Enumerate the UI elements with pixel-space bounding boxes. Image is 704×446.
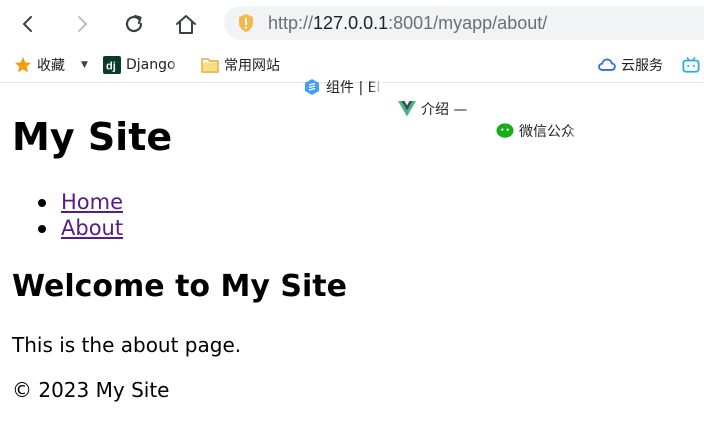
bookmark-label: 常用网站 — [224, 58, 280, 74]
bookmark-django[interactable]: dj Django — [103, 54, 183, 76]
element-icon — [303, 78, 321, 96]
bookmark-element[interactable]: 组件 | El — [303, 76, 383, 98]
bookmark-label: 云服务 — [621, 58, 663, 74]
bookmark-common-sites[interactable]: 常用网站 — [201, 54, 293, 76]
bookmark-vue[interactable]: 介绍 — — [398, 98, 478, 120]
browser-toolbar: http://127.0.0.1:8001/myapp/about/ — [0, 0, 704, 48]
forward-button[interactable] — [68, 10, 96, 38]
star-icon — [14, 56, 32, 74]
home-link[interactable]: Home — [61, 190, 123, 214]
site-title: My Site — [12, 115, 173, 159]
nav-item-home: Home — [12, 189, 123, 215]
shield-icon[interactable] — [236, 13, 256, 33]
svg-text:dj: dj — [106, 61, 116, 73]
url-text[interactable]: http://127.0.0.1:8001/myapp/about/ — [268, 13, 547, 33]
bookmark-label: 收藏 — [37, 58, 65, 74]
address-bar[interactable]: http://127.0.0.1:8001/myapp/about/ — [224, 6, 704, 40]
bookmark-wechat[interactable]: 微信公众 — [496, 120, 582, 142]
bookmarks-bar: 收藏 ▼ dj Django 常用网站 组件 | El 介绍 — 微信公众 云服… — [0, 48, 704, 142]
back-arrow-icon — [22, 16, 32, 32]
bookmark-label: 介绍 — — [421, 102, 468, 118]
url-path: :8001/myapp/about/ — [388, 13, 548, 33]
bookmark-label: 组件 | El — [326, 80, 381, 96]
bookmark-label: 微信公众 — [519, 124, 575, 140]
vue-icon — [398, 100, 416, 118]
caret-down-icon[interactable]: ▼ — [81, 60, 88, 70]
url-host: 127.0.0.1 — [313, 13, 389, 33]
back-button[interactable] — [14, 10, 42, 38]
folder-icon — [201, 56, 219, 74]
bookmark-favorites[interactable]: 收藏 ▼ — [14, 54, 96, 76]
bilibili-icon — [682, 56, 700, 74]
footer-text: © 2023 My Site — [12, 378, 170, 402]
site-nav: Home About — [12, 189, 123, 241]
about-text: This is the about page. — [12, 333, 242, 357]
bookmark-bilibili[interactable] — [682, 54, 704, 76]
home-icon — [176, 15, 196, 34]
welcome-heading: Welcome to My Site — [12, 269, 347, 304]
about-link[interactable]: About — [61, 216, 123, 240]
home-button[interactable] — [172, 10, 200, 38]
django-icon: dj — [103, 56, 121, 74]
nav-item-about: About — [12, 215, 123, 241]
reload-icon — [125, 14, 143, 33]
bookmark-label: Django — [126, 57, 176, 73]
bookmark-cloud-services[interactable]: 云服务 — [598, 54, 672, 76]
wechat-icon — [496, 122, 514, 140]
reload-button[interactable] — [120, 10, 148, 38]
forward-arrow-icon — [78, 16, 88, 32]
url-scheme: http:// — [268, 13, 314, 33]
cloud-icon — [598, 56, 616, 74]
